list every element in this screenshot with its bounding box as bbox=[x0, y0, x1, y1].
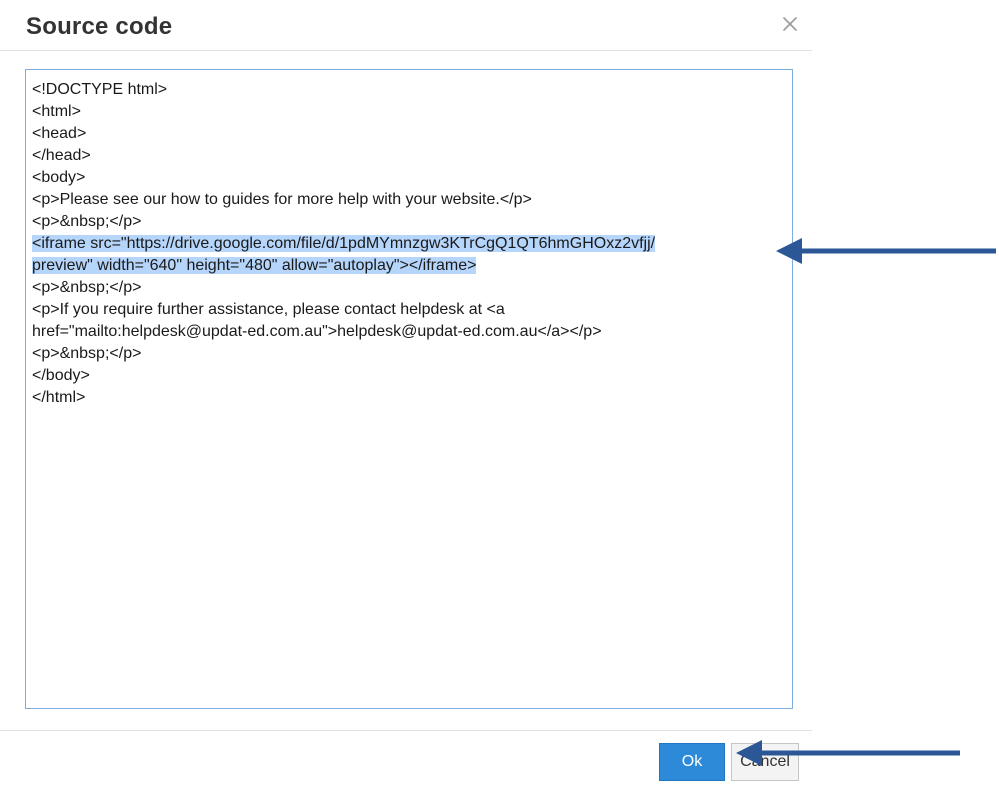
code-text: </html> bbox=[32, 389, 86, 406]
selected-code-text: <iframe src="https://drive.google.com/fi… bbox=[32, 235, 656, 252]
arrow-left-icon bbox=[776, 238, 996, 264]
code-text: <p>If you require further assistance, pl… bbox=[32, 301, 505, 318]
code-text: <p>&nbsp;</p> bbox=[32, 213, 142, 230]
code-line: </html> bbox=[32, 387, 786, 409]
selected-code-text: preview" width="640" height="480" allow=… bbox=[32, 257, 477, 274]
dialog-header: Source code bbox=[0, 0, 812, 51]
close-icon[interactable] bbox=[776, 10, 804, 38]
code-line: </body> bbox=[32, 365, 786, 387]
code-text: <p>Please see our how to guides for more… bbox=[32, 191, 532, 208]
code-text: <p>&nbsp;</p> bbox=[32, 279, 142, 296]
code-line: </head> bbox=[32, 145, 786, 167]
code-text: href="mailto:helpdesk@updat-ed.com.au">h… bbox=[32, 323, 602, 340]
code-text: <html> bbox=[32, 103, 81, 120]
code-line: preview" width="640" height="480" allow=… bbox=[32, 255, 786, 277]
code-line: <p>&nbsp;</p> bbox=[32, 277, 786, 299]
code-text: <head> bbox=[32, 125, 87, 142]
code-line: <p>&nbsp;</p> bbox=[32, 211, 786, 233]
code-text: </head> bbox=[32, 147, 91, 164]
code-line: <body> bbox=[32, 167, 786, 189]
code-line: <!DOCTYPE html> bbox=[32, 79, 786, 101]
code-text: <!DOCTYPE html> bbox=[32, 81, 168, 98]
code-line: <iframe src="https://drive.google.com/fi… bbox=[32, 233, 786, 255]
arrow-left-icon bbox=[736, 740, 960, 766]
code-line: <head> bbox=[32, 123, 786, 145]
ok-button[interactable]: Ok bbox=[659, 743, 725, 781]
code-line: <p>If you require further assistance, pl… bbox=[32, 299, 786, 321]
code-line: <html> bbox=[32, 101, 786, 123]
dialog-title: Source code bbox=[26, 13, 173, 40]
source-code-textarea[interactable]: <!DOCTYPE html> <html> <head> </head> <body>… bbox=[25, 69, 793, 709]
source-code-dialog: Source code <!DOCTYPE html> <html> <head> <… bbox=[0, 0, 999, 787]
code-text: <body> bbox=[32, 169, 86, 186]
code-line: <p>&nbsp;</p> bbox=[32, 343, 786, 365]
code-line: href="mailto:helpdesk@updat-ed.com.au">h… bbox=[32, 321, 786, 343]
code-text: <p>&nbsp;</p> bbox=[32, 345, 142, 362]
code-text: </body> bbox=[32, 367, 90, 384]
code-line: <p>Please see our how to guides for more… bbox=[32, 189, 786, 211]
